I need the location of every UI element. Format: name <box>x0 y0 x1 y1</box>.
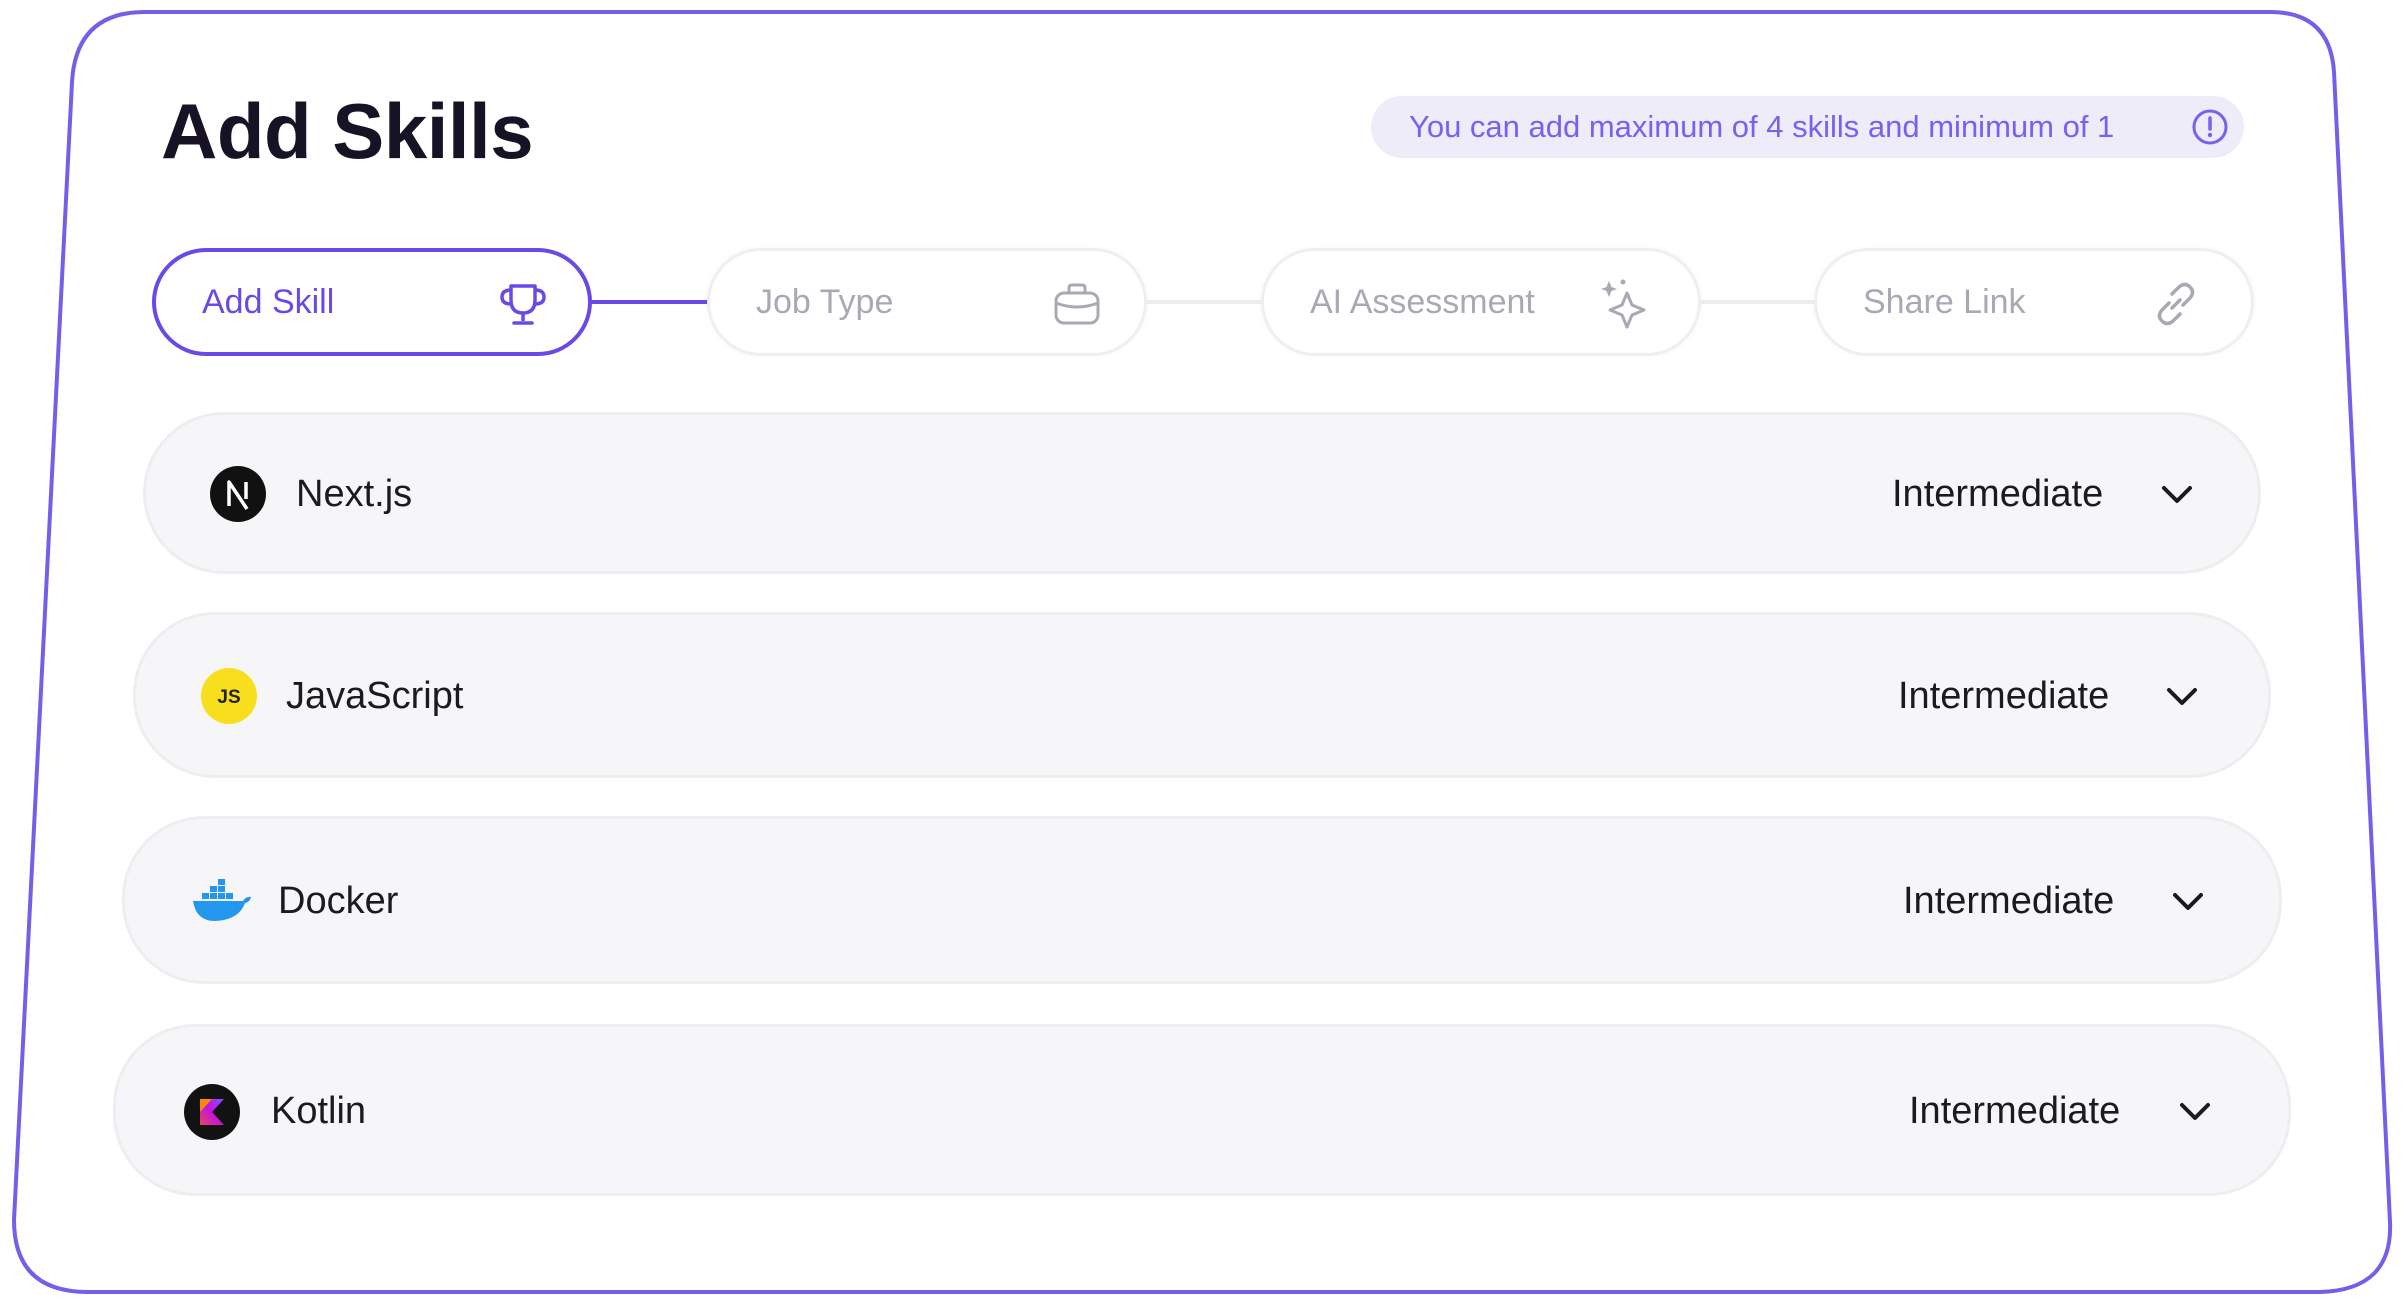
step-job-type[interactable]: Job Type <box>707 248 1147 356</box>
trophy-icon <box>500 284 546 325</box>
skill-row-kotlin[interactable]: Kotlin Intermediate <box>113 1024 2291 1196</box>
chevron-down-icon[interactable] <box>2176 1094 2214 1128</box>
step-label: Job Type <box>756 282 894 321</box>
skill-level-select[interactable]: Intermediate <box>1903 874 2114 928</box>
page-title: Add Skills <box>161 87 534 175</box>
skills-limit-text: You can add maximum of 4 skills and mini… <box>1409 109 2115 144</box>
add-skills-card: Add Skills You can add maximum of 4 skil… <box>0 0 2404 1316</box>
javascript-logo-text: JS <box>217 687 240 708</box>
skill-level-select[interactable]: Intermediate <box>1909 1084 2120 1138</box>
skill-name: JavaScript <box>286 675 464 717</box>
link-icon <box>2157 282 2195 326</box>
chevron-down-icon[interactable] <box>2163 679 2201 713</box>
skill-row-nextjs[interactable]: Next.js Intermediate <box>143 412 2261 574</box>
skill-name: Next.js <box>296 473 413 515</box>
chevron-down-icon[interactable] <box>2158 477 2196 511</box>
nextjs-logo-icon <box>210 466 266 522</box>
step-connector <box>1140 300 1265 304</box>
briefcase-icon <box>1054 283 1100 325</box>
step-share-link[interactable]: Share Link <box>1814 248 2254 356</box>
skill-name: Docker <box>278 880 399 922</box>
step-ai-assessment[interactable]: AI Assessment <box>1261 248 1701 356</box>
chevron-down-icon[interactable] <box>2169 884 2207 918</box>
skills-limit-notice: You can add maximum of 4 skills and mini… <box>1371 96 2244 158</box>
docker-logo-icon <box>193 879 251 921</box>
skill-level-select[interactable]: Intermediate <box>1892 467 2103 521</box>
skill-row-javascript[interactable]: JS JavaScript Intermediate <box>133 612 2271 778</box>
skill-level-select[interactable]: Intermediate <box>1898 669 2109 723</box>
step-label: AI Assessment <box>1310 282 1535 321</box>
skill-row-docker[interactable]: Docker Intermediate <box>122 816 2282 984</box>
javascript-logo-icon: JS <box>201 668 257 724</box>
step-connector <box>1692 300 1817 304</box>
step-label: Add Skill <box>202 282 335 321</box>
step-add-skill[interactable]: Add Skill <box>152 248 592 356</box>
step-label: Share Link <box>1863 282 2026 321</box>
step-connector <box>585 300 710 304</box>
skill-name: Kotlin <box>271 1090 367 1132</box>
kotlin-logo-icon <box>184 1084 240 1140</box>
sparkles-icon <box>1601 279 1646 329</box>
exclamation-circle-icon <box>2192 109 2228 145</box>
